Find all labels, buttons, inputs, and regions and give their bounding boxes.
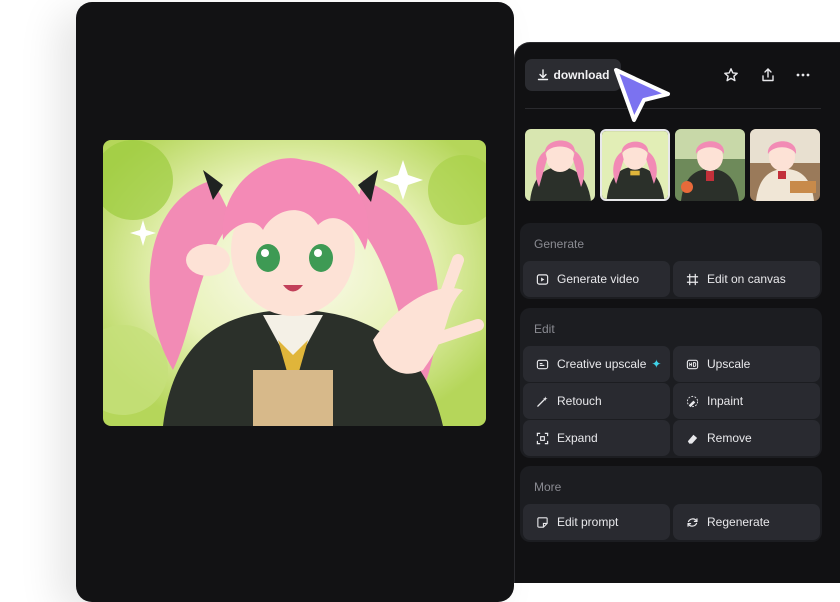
thumbnail-variant-2[interactable] xyxy=(600,129,670,201)
variant-thumbnails xyxy=(525,129,840,201)
regenerate-icon xyxy=(685,515,699,529)
edit-on-canvas-label: Edit on canvas xyxy=(707,272,786,286)
inpaint-brush-icon xyxy=(685,394,699,408)
edit-prompt-label: Edit prompt xyxy=(557,515,619,529)
share-icon[interactable] xyxy=(758,65,778,85)
inpaint-button[interactable]: Inpaint xyxy=(673,383,820,419)
inpaint-label: Inpaint xyxy=(707,394,744,408)
tools-panel: download Generate Generate video Edit on… xyxy=(514,42,840,583)
creative-upscale-icon xyxy=(535,357,549,371)
top-toolbar: download xyxy=(525,59,827,91)
hd-icon xyxy=(685,357,699,371)
thumbnail-variant-3[interactable] xyxy=(675,129,745,201)
creative-upscale-button[interactable]: Creative upscale ✦ xyxy=(523,346,670,382)
download-label: download xyxy=(553,68,610,82)
edit-prompt-icon xyxy=(535,515,549,529)
thumbnail-variant-4[interactable] xyxy=(750,129,820,201)
expand-label: Expand xyxy=(557,431,598,445)
pointer-cursor-icon xyxy=(614,68,670,122)
edit-prompt-button[interactable]: Edit prompt xyxy=(523,504,670,540)
sparkle-icon: ✦ xyxy=(651,357,662,371)
generate-section: Generate Generate video Edit on canvas xyxy=(520,223,822,299)
generate-video-button[interactable]: Generate video xyxy=(523,261,670,297)
more-icon[interactable] xyxy=(793,65,813,85)
edit-on-canvas-button[interactable]: Edit on canvas xyxy=(673,261,820,297)
download-button[interactable]: download xyxy=(525,59,621,91)
thumbnail-variant-1[interactable] xyxy=(525,129,595,201)
eraser-icon xyxy=(685,431,699,445)
generated-image-preview[interactable] xyxy=(103,140,486,426)
generate-section-title: Generate xyxy=(534,237,585,251)
image-viewer-window xyxy=(76,2,514,602)
more-section-title: More xyxy=(534,480,562,494)
star-icon[interactable] xyxy=(721,65,741,85)
edit-section-title: Edit xyxy=(534,322,555,336)
upscale-button[interactable]: Upscale xyxy=(673,346,820,382)
canvas-icon xyxy=(685,272,699,286)
regenerate-label: Regenerate xyxy=(707,515,770,529)
more-section: More Edit prompt Regenerate xyxy=(520,466,822,542)
regenerate-button[interactable]: Regenerate xyxy=(673,504,820,540)
video-icon xyxy=(535,272,549,286)
retouch-button[interactable]: Retouch xyxy=(523,383,670,419)
retouch-label: Retouch xyxy=(557,394,602,408)
generate-video-label: Generate video xyxy=(557,272,640,286)
remove-label: Remove xyxy=(707,431,752,445)
upscale-label: Upscale xyxy=(707,357,751,371)
anime-girl-image xyxy=(103,140,486,426)
download-icon xyxy=(537,69,548,81)
expand-icon xyxy=(535,431,549,445)
edit-section: Edit Creative upscale ✦ Upscale Retouch … xyxy=(520,308,822,458)
remove-button[interactable]: Remove xyxy=(673,420,820,456)
expand-button[interactable]: Expand xyxy=(523,420,670,456)
creative-upscale-label: Creative upscale xyxy=(557,357,647,371)
magic-wand-icon xyxy=(535,394,549,408)
